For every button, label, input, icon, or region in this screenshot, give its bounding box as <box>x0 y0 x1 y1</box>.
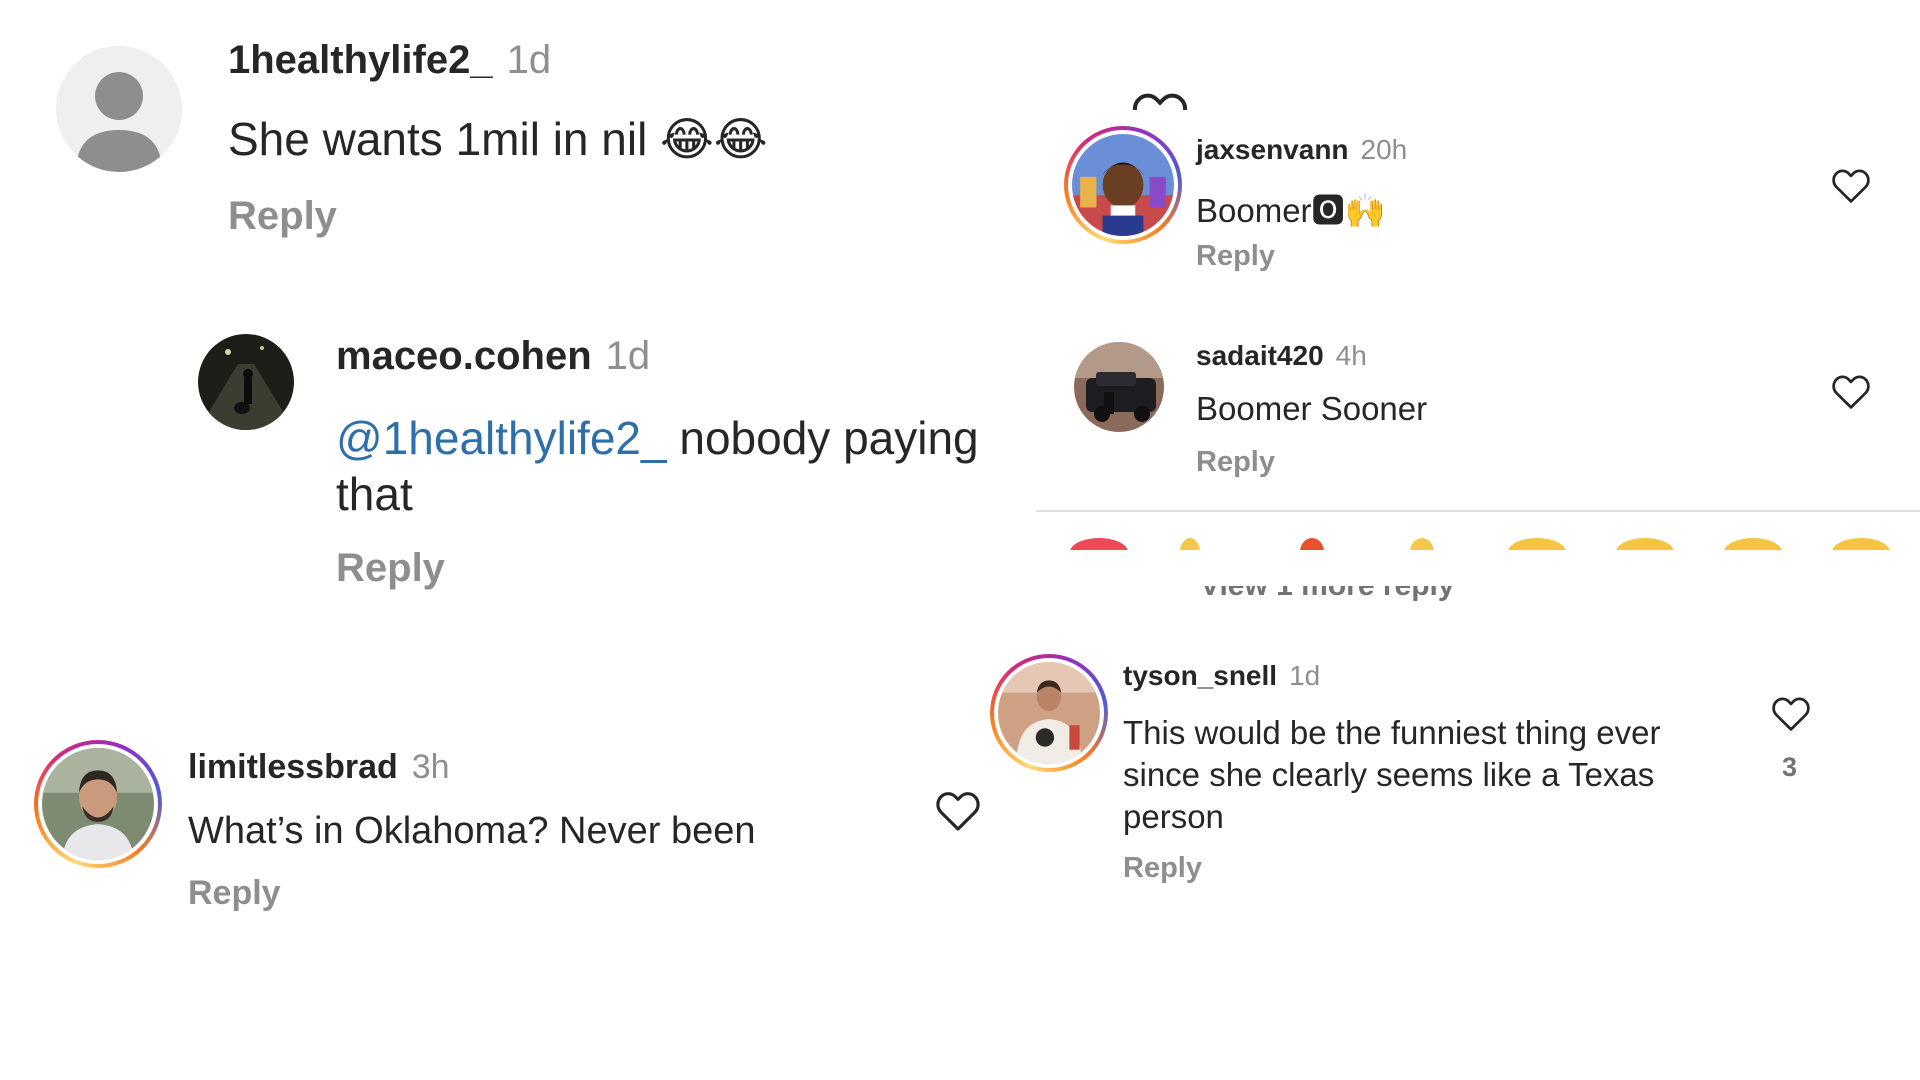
reply-button[interactable]: Reply <box>336 546 445 591</box>
comment-time: 3h <box>411 748 450 786</box>
username-sadait420[interactable]: sadait420 <box>1196 340 1324 371</box>
username-jaxsenvann[interactable]: jaxsenvann <box>1196 134 1349 165</box>
avatar-maceo-cohen[interactable] <box>198 334 294 430</box>
comment-text: @1healthylife2_ nobody paying that <box>336 410 979 522</box>
like-count: 3 <box>1782 752 1798 782</box>
comment-username[interactable]: maceo.cohen 1d <box>336 334 650 379</box>
reply-button[interactable]: Reply <box>1123 852 1202 885</box>
heart-icon[interactable] <box>1830 166 1872 204</box>
comment-time: 4h <box>1335 340 1367 371</box>
username-maceo-cohen[interactable]: maceo.cohen <box>336 334 592 378</box>
avatar-1healthylife2[interactable] <box>56 46 182 172</box>
avatar-limitlessbrad[interactable] <box>34 740 162 868</box>
username-limitlessbrad[interactable]: limitlessbrad <box>188 748 398 786</box>
username-tyson-snell[interactable]: tyson_snell <box>1123 660 1277 691</box>
comment-text: She wants 1mil in nil 😂😂 <box>228 113 768 165</box>
comment-text-line: since she clearly seems like a Texas <box>1123 756 1655 793</box>
heart-icon[interactable] <box>1770 694 1812 732</box>
cry-reaction-icon[interactable] <box>1832 538 1890 550</box>
heart-reaction-icon[interactable] <box>1070 538 1128 550</box>
night-road-photo <box>198 334 294 430</box>
reply-button[interactable]: Reply <box>1196 446 1275 479</box>
clap-reaction-icon[interactable] <box>1180 538 1200 550</box>
avatar-jaxsenvann[interactable] <box>1064 126 1182 244</box>
comment-text-line: nobody paying <box>666 412 979 464</box>
laugh-reaction-icon[interactable] <box>1616 538 1674 550</box>
mention-link[interactable]: @1healthylife2_ <box>336 412 667 464</box>
comment-time: 1d <box>506 38 552 82</box>
comment-text: This would be the funniest thing ever si… <box>1123 712 1661 838</box>
cropped-heart-icon <box>1130 86 1190 110</box>
username-1healthylife2[interactable]: 1healthylife2_ <box>228 38 493 82</box>
view-more-label[interactable]: View 1 more reply <box>1200 586 1455 601</box>
view-more-replies-link[interactable]: View 1 more reply <box>1200 586 1455 602</box>
section-divider <box>1036 510 1920 512</box>
comment-username[interactable]: 1healthylife2_ 1d <box>228 38 551 83</box>
comment-username[interactable]: tyson_snell 1d <box>1123 660 1320 692</box>
emoji-o-raised-hands: 🅾🙌 <box>1311 192 1386 229</box>
avatar-tyson-snell[interactable] <box>990 654 1108 772</box>
comment-text-main: Boomer <box>1196 192 1312 229</box>
comment-text-line: person <box>1123 798 1224 835</box>
comment-username[interactable]: limitlessbrad 3h <box>188 748 450 787</box>
reply-button[interactable]: Reply <box>228 194 337 239</box>
man-portrait-photo <box>42 748 154 860</box>
comment-text-line: that <box>336 468 413 520</box>
smile-reaction-icon[interactable] <box>1508 538 1566 550</box>
comment-text: Boomer🅾🙌 <box>1196 184 1386 232</box>
comment-username[interactable]: jaxsenvann 20h <box>1196 134 1407 166</box>
avatar-sadait420[interactable] <box>1074 342 1164 432</box>
comment-time: 1d <box>605 334 651 378</box>
heart-icon[interactable] <box>934 788 982 832</box>
cartoon-character-photo <box>1072 134 1174 236</box>
party-reaction-icon[interactable] <box>1410 538 1434 550</box>
reply-button[interactable]: Reply <box>188 874 281 913</box>
default-avatar-icon <box>56 46 182 172</box>
man-shirt-photo <box>998 662 1100 764</box>
comment-text: What’s in Oklahoma? Never been <box>188 810 756 852</box>
reply-button[interactable]: Reply <box>1196 240 1275 273</box>
wow-reaction-icon[interactable] <box>1724 538 1782 550</box>
comment-username[interactable]: sadait420 4h <box>1196 340 1367 372</box>
comment-time: 1d <box>1289 660 1321 691</box>
comment-text: Boomer Sooner <box>1196 390 1428 427</box>
heart-icon[interactable] <box>1830 372 1872 410</box>
fire-reaction-icon[interactable] <box>1300 538 1324 550</box>
truck-photo <box>1074 342 1164 432</box>
emoji-reaction-bar <box>1070 538 1920 550</box>
comment-text-line: This would be the funniest thing ever <box>1123 714 1661 751</box>
comment-time: 20h <box>1360 134 1408 165</box>
